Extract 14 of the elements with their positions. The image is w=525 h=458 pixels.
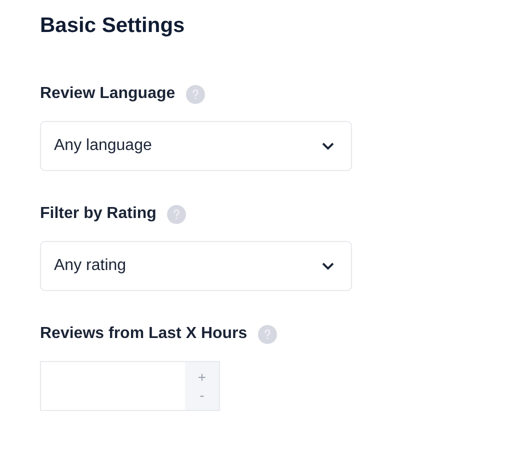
chevron-down-icon — [321, 261, 335, 271]
section-title: Basic Settings — [40, 13, 186, 39]
field-label: Reviews from Last X Hours — [40, 325, 248, 343]
decrement-button[interactable]: - — [200, 387, 204, 403]
increment-button[interactable]: + — [198, 369, 206, 385]
dropdown[interactable]: Any language — [40, 121, 352, 171]
help-icon[interactable] — [186, 84, 206, 104]
field-label: Review Language — [40, 85, 176, 103]
field-label: Filter by Rating — [40, 205, 156, 223]
help-icon[interactable] — [258, 324, 278, 344]
dropdown[interactable]: Any rating — [40, 241, 352, 291]
help-icon[interactable] — [167, 204, 186, 224]
chevron-down-icon — [321, 141, 335, 151]
number-field[interactable]: + - — [40, 361, 220, 411]
